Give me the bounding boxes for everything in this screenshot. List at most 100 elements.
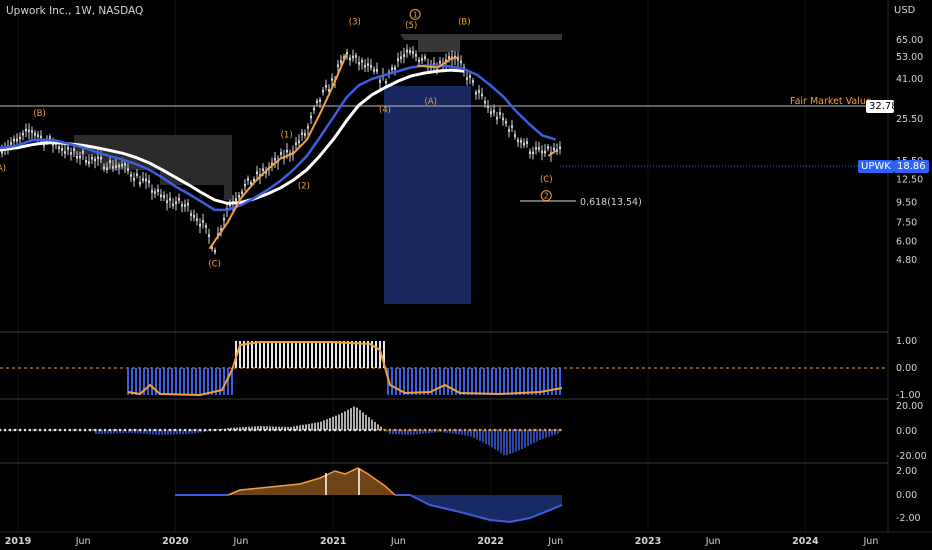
candle-body [517,139,519,143]
candle-body [373,69,375,72]
candle-body [196,218,198,221]
osc2-dot [318,428,322,432]
candle-body [520,140,522,143]
osc2-dot [378,428,382,432]
candle-body [412,51,414,54]
candle-body [319,99,321,102]
candle-body [469,75,471,78]
candle-body [64,151,66,154]
candle-body [184,204,186,207]
osc2-dot [433,428,437,432]
candle-body [475,91,477,95]
oscillator-tick: -1.00 [896,390,921,401]
candle-body [67,147,69,150]
fair-market-label: Fair Market Value [790,96,872,107]
candle-body [115,165,117,168]
osc2-dot [153,428,157,432]
candle-body [331,78,333,81]
osc2-dot [163,428,167,432]
osc2-dot [48,428,52,432]
candle-body [13,138,15,142]
osc2-dot [123,428,127,432]
osc2-dot [38,428,42,432]
oscillator-tick: 0.00 [896,363,917,374]
candle-body [40,135,42,139]
candle-body [514,134,516,137]
osc2-dot [103,428,107,432]
osc2-dot [538,428,542,432]
osc2-dot [543,428,547,432]
osc2-dot [338,428,342,432]
candle-body [166,200,168,203]
osc2-dot [208,428,212,432]
price-chart[interactable]: (A) (B) (C) (1) (2) (3) (4) (5) (A) (B) (C) 1 2 65.0… [0,0,932,550]
osc2-dot [528,428,532,432]
candle-body [337,64,339,68]
time-tick: Jun [863,536,879,547]
candle-body [70,152,72,155]
osc2-dot [473,428,477,432]
osc2-dot [148,428,152,432]
candle-body [10,142,12,145]
time-tick: Jun [75,536,91,547]
time-tick: Jun [390,536,406,547]
osc2-dot [453,428,457,432]
candle-body [409,50,411,53]
osc2-dot [178,428,182,432]
fib-label: 0.618(13.54) [580,197,642,208]
candle-body [109,160,111,163]
candle-body [415,54,417,57]
candle-body [82,150,84,154]
osc2-dot [558,428,562,432]
candle-body [238,195,240,198]
osc2-dot [28,428,32,432]
last-price-tag: 18.86 [894,160,929,173]
wave-label: (B) [458,18,470,28]
candle-body [124,163,126,166]
candle-body [322,89,324,93]
osc2-dot [0,428,2,432]
candle-body [244,183,246,187]
osc2-dot [158,428,162,432]
osc2-dot [83,428,87,432]
osc2-dot [118,428,122,432]
candle-body [262,168,264,171]
candle-body [529,151,531,154]
candle-body [85,160,87,163]
candle-body [223,218,225,221]
osc2-dot [108,428,112,432]
osc2-dot [288,428,292,432]
price-tick: 53.00 [896,52,923,63]
candle-body [511,125,513,128]
osc2-dot [343,428,347,432]
candle-body [91,156,93,160]
candle-body [340,60,342,63]
candle-body [316,100,318,104]
candle-body [349,57,351,61]
candle-body [298,140,300,144]
osc2-dot [213,428,217,432]
time-axis: 2019 Jun 2020 Jun 2021 Jun 2022 Jun 2023 Jun 2024 J… [5,536,879,547]
candle-body [103,166,105,170]
candle-body [133,178,135,181]
osc2-dot [13,428,17,432]
candle-body [385,80,387,84]
candle-body [490,111,492,114]
candle-body [73,148,75,152]
time-tick: 2021 [320,536,346,547]
candle-body [367,63,369,66]
time-tick: 2022 [477,536,503,547]
candle-body [208,234,210,237]
candle-body [466,77,468,80]
candle-body [118,164,120,168]
oscillator-panes [0,341,888,524]
candle-body [127,168,129,171]
candle-body [190,213,192,216]
candle-body [58,146,60,149]
osc3-positive-area [228,468,395,495]
osc2-dot [368,428,372,432]
candle-body [439,61,441,64]
price-tick: 7.50 [896,217,917,228]
candle-body [499,112,501,115]
price-tick: 9.50 [896,198,917,209]
